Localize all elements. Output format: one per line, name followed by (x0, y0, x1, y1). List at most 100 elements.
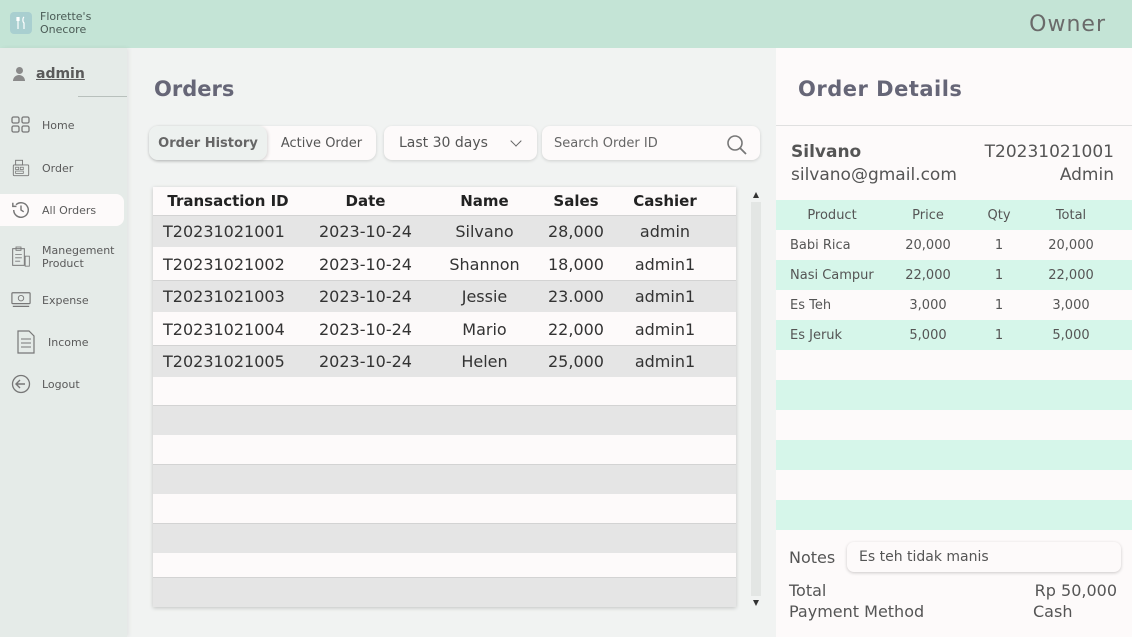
cell-cashier: admin1 (634, 287, 696, 306)
tab-active-order[interactable]: Active Order (267, 126, 376, 160)
transaction-id: T20231021001 (984, 142, 1114, 162)
brand-name: Florette's Onecore (40, 10, 92, 36)
divider (776, 125, 1132, 126)
empty-item-row (776, 410, 1132, 440)
cell-transaction-id: T20231021004 (163, 319, 285, 339)
divider (78, 96, 127, 97)
cell-sales: 25,000 (548, 352, 604, 371)
sidebar: admin Home Order All Orders Manegement P… (0, 48, 127, 637)
cell-transaction-id: T20231021003 (163, 287, 285, 306)
sidebar-item-label: Home (42, 118, 75, 132)
cell-sales: 18,000 (548, 254, 604, 274)
cell-name: Jessie (461, 287, 508, 306)
customer-email: silvano@gmail.com (791, 165, 957, 185)
empty-table-row (153, 494, 736, 524)
search-input[interactable] (554, 133, 704, 153)
empty-item-row (776, 470, 1132, 500)
empty-item-row (776, 440, 1132, 470)
table-row[interactable]: T20231021005 2023-10-24 Helen 25,000 adm… (153, 345, 736, 377)
tab-order-history[interactable]: Order History (149, 126, 267, 160)
sidebar-item-label: Order (42, 161, 74, 175)
payment-method-label: Payment Method (789, 602, 925, 621)
grid-icon (11, 115, 31, 135)
item-row: Nasi Campur 22,000 1 22,000 (776, 260, 1132, 290)
item-price: 5,000 (909, 327, 947, 343)
sidebar-item-income[interactable]: Income (0, 326, 124, 358)
user-icon (12, 67, 26, 81)
item-total: 5,000 (1052, 327, 1090, 343)
notes-field[interactable] (847, 542, 1121, 572)
table-row[interactable]: T20231021001 2023-10-24 Silvano 28,000 a… (153, 215, 736, 247)
page-title: Orders (154, 77, 235, 101)
table-row[interactable]: T20231021002 2023-10-24 Shannon 18,000 a… (153, 248, 736, 280)
cell-transaction-id: T20231021001 (163, 222, 285, 241)
item-product: Nasi Campur (790, 267, 874, 283)
item-product: Es Teh (790, 297, 832, 313)
item-total: 3,000 (1052, 297, 1090, 313)
customer-name: Silvano (791, 142, 862, 162)
user-name[interactable]: admin (36, 66, 85, 82)
cell-sales: 22,000 (548, 319, 604, 339)
column-header[interactable]: Date (303, 187, 428, 215)
item-row: Babi Rica 20,000 1 20,000 (776, 230, 1132, 260)
order-items-table: Product Price Qty Total Babi Rica 20,000… (776, 200, 1132, 530)
cell-transaction-id: T20231021005 (163, 352, 285, 371)
user-profile[interactable]: admin (12, 66, 85, 82)
cell-date: 2023-10-24 (319, 254, 412, 274)
item-product: Es Jeruk (790, 327, 843, 343)
order-tabs: Order History Active Order (149, 126, 376, 160)
cell-name: Silvano (455, 222, 514, 241)
history-icon (11, 200, 31, 220)
scroll-up-arrow-icon[interactable] (753, 192, 759, 198)
sidebar-item-home[interactable]: Home (0, 109, 124, 141)
table-row[interactable]: T20231021004 2023-10-24 Mario 22,000 adm… (153, 313, 736, 345)
scroll-down-arrow-icon[interactable] (753, 600, 759, 606)
table-scrollbar[interactable] (751, 192, 761, 606)
date-range-dropdown[interactable]: Last 30 days (384, 126, 537, 160)
table-header: Transaction ID Date Name Sales Cashier (153, 187, 736, 215)
sidebar-item-order[interactable]: Order (0, 152, 124, 184)
column-header[interactable]: Transaction ID (153, 187, 303, 215)
cell-date: 2023-10-24 (319, 319, 412, 339)
scroll-track[interactable] (751, 202, 761, 596)
column-header: Product (807, 207, 857, 223)
item-row: Es Teh 3,000 1 3,000 (776, 290, 1132, 320)
column-header[interactable]: Name (428, 187, 541, 215)
search-box (542, 126, 760, 160)
table-row[interactable]: T20231021003 2023-10-24 Jessie 23.000 ad… (153, 280, 736, 312)
item-qty: 1 (994, 327, 1004, 343)
total-label: Total (789, 581, 827, 600)
sidebar-item-label: Expense (42, 293, 89, 307)
sidebar-item-label: All Orders (42, 203, 97, 217)
top-bar: Florette's Onecore Owner (0, 0, 1132, 48)
sidebar-item-logout[interactable]: Logout (0, 368, 124, 400)
sidebar-item-expense[interactable]: Expense (0, 284, 124, 316)
notes-label: Notes (789, 548, 836, 567)
cell-cashier: admin1 (634, 352, 696, 371)
details-title: Order Details (798, 77, 963, 101)
user-role: Owner (1029, 12, 1106, 37)
empty-table-row (153, 377, 736, 407)
sidebar-item-label: Manegement Product (42, 244, 115, 270)
search-icon[interactable] (726, 134, 747, 155)
item-total: 20,000 (1048, 237, 1094, 253)
cell-name: Shannon (449, 254, 520, 274)
column-header[interactable]: Sales (541, 187, 611, 215)
item-price: 20,000 (905, 237, 951, 253)
document-icon (16, 330, 36, 354)
item-price: 3,000 (909, 297, 947, 313)
column-header[interactable]: Cashier (611, 187, 719, 215)
cell-date: 2023-10-24 (319, 222, 412, 241)
item-price: 22,000 (905, 267, 951, 283)
orders-table: Transaction ID Date Name Sales Cashier T… (153, 187, 736, 607)
total-value: Rp 50,000 (1034, 581, 1117, 600)
payment-method-value: Cash (1033, 602, 1073, 621)
empty-table-row (153, 577, 736, 607)
cell-cashier: admin1 (634, 319, 696, 339)
sidebar-item-manegement-product[interactable]: Manegement Product (0, 240, 124, 274)
sidebar-item-label: Logout (42, 377, 80, 391)
cell-transaction-id: T20231021002 (163, 254, 285, 274)
empty-item-row (776, 350, 1132, 380)
cashier-role: Admin (1059, 165, 1114, 185)
sidebar-item-all-orders[interactable]: All Orders (0, 194, 124, 226)
